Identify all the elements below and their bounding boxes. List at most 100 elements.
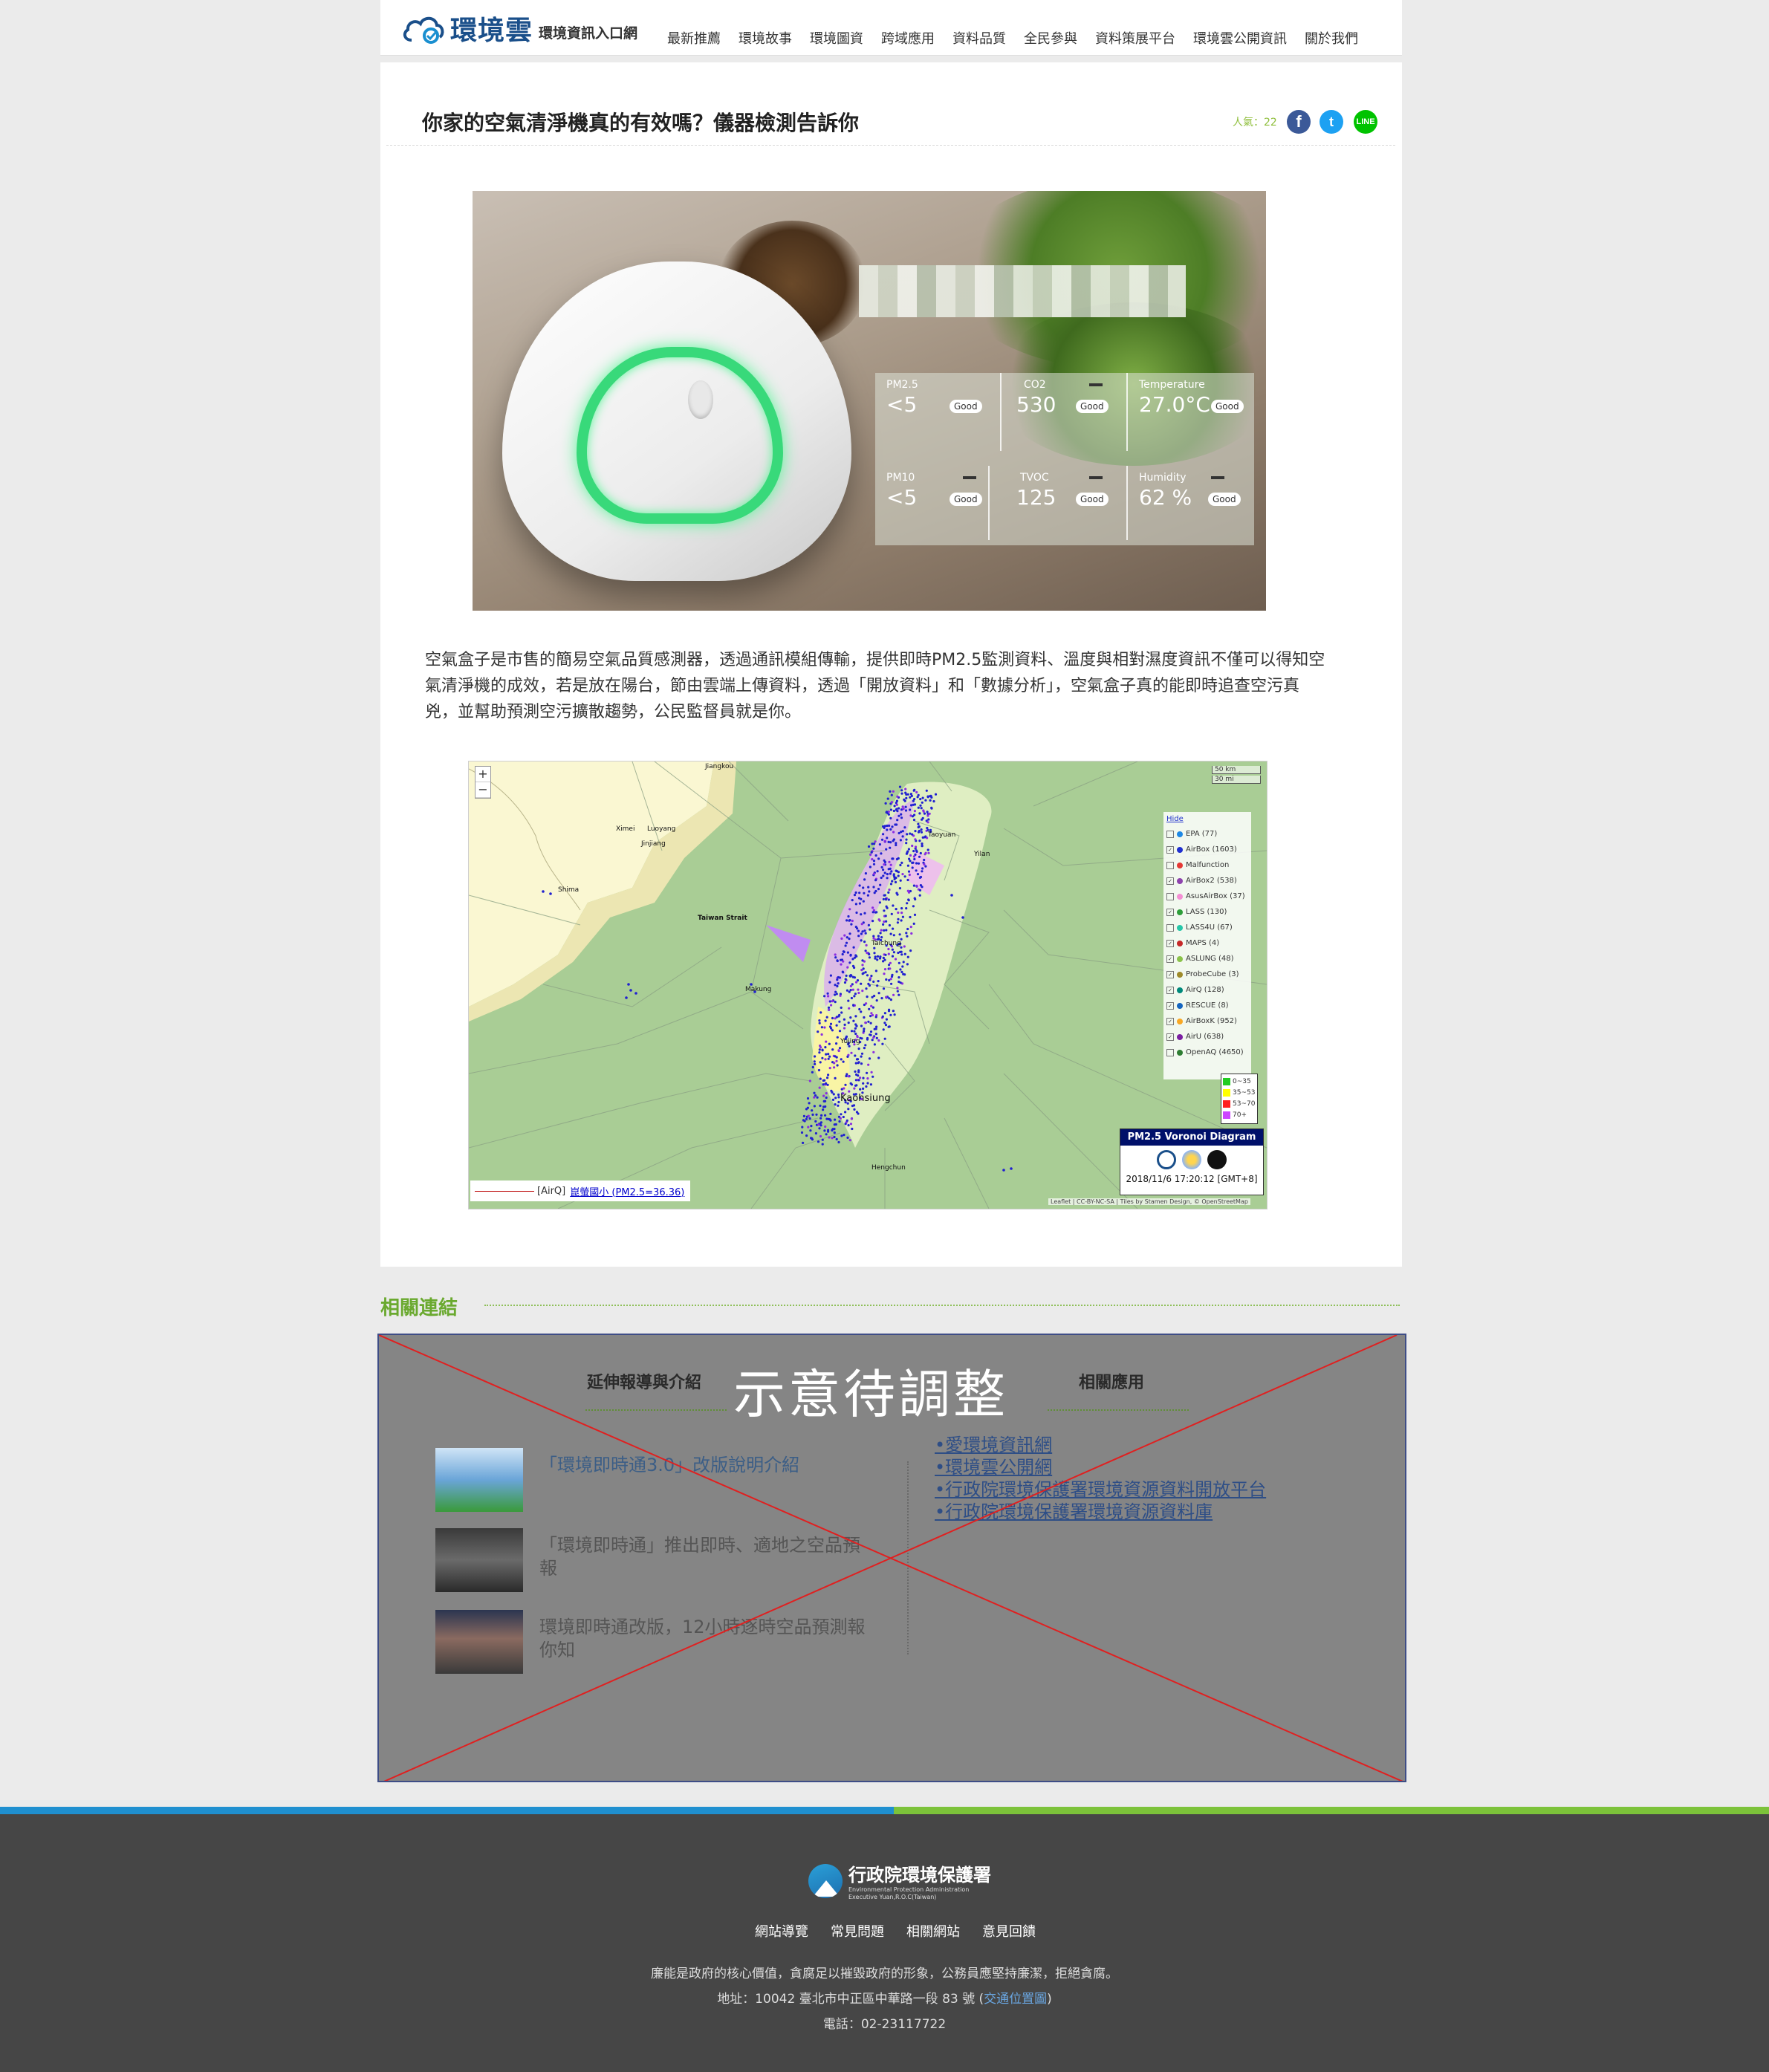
map-attribution[interactable]: Leaflet | CC-BY-NC-SA | Tiles by Stamen … <box>1048 1198 1250 1205</box>
layer-checkbox[interactable]: ✓ <box>1166 845 1174 854</box>
layer-checkbox[interactable] <box>1166 861 1174 869</box>
legend-row[interactable]: ✓ AirBox (1603) <box>1166 842 1248 857</box>
sensor-dot <box>903 945 906 948</box>
legend-row[interactable]: LASS4U (67) <box>1166 920 1248 935</box>
nav-item-latest[interactable]: 最新推薦 <box>667 28 721 48</box>
footer-feedback-link[interactable]: 意見回饋 <box>982 1921 1036 1941</box>
sensor-dot <box>924 836 926 839</box>
nav-item-stories[interactable]: 環境故事 <box>739 28 792 48</box>
legend-row[interactable]: ✓ AirU (638) <box>1166 1029 1248 1045</box>
sensor-dot <box>912 799 915 802</box>
legend-row[interactable]: ✓ ProbeCube (3) <box>1166 967 1248 982</box>
sensor-dot <box>919 798 922 801</box>
legend-row[interactable]: AsusAirBox (37) <box>1166 889 1248 904</box>
legend-row[interactable]: OpenAQ (4650) <box>1166 1045 1248 1060</box>
sensor-dot <box>921 801 924 804</box>
sensor-dot <box>901 835 904 838</box>
sensor-dot <box>818 1086 821 1089</box>
sensor-dot <box>845 1074 848 1078</box>
sensor-dot <box>900 970 903 973</box>
sensor-dot <box>865 987 868 990</box>
legend-row[interactable]: ✓ LASS (130) <box>1166 904 1248 920</box>
sensor-dot <box>824 1125 827 1128</box>
sensor-dot <box>808 1117 811 1120</box>
legend-row[interactable]: ✓ AirQ (128) <box>1166 982 1248 998</box>
facebook-share-icon[interactable]: f <box>1287 110 1311 134</box>
legend-row[interactable]: ✓ MAPS (4) <box>1166 935 1248 951</box>
sensor-dot <box>866 1082 869 1085</box>
sensor-dot <box>866 974 869 977</box>
layer-checkbox[interactable]: ✓ <box>1166 908 1174 916</box>
sensor-dot <box>866 1077 869 1080</box>
city-label: Shima <box>558 886 580 894</box>
layer-checkbox[interactable]: ✓ <box>1166 955 1174 963</box>
sensor-dot <box>840 1058 843 1061</box>
nav-item-public-info[interactable]: 環境雲公開資訊 <box>1193 28 1287 48</box>
sensor-dot <box>886 824 889 828</box>
layer-checkbox[interactable] <box>1166 1048 1174 1056</box>
sensor-dot <box>883 825 886 828</box>
layer-checkbox[interactable]: ✓ <box>1166 877 1174 885</box>
layer-checkbox[interactable]: ✓ <box>1166 1001 1174 1010</box>
nav-item-cross-domain[interactable]: 跨域應用 <box>881 28 935 48</box>
layer-checkbox[interactable]: ✓ <box>1166 1033 1174 1041</box>
zoom-out-button[interactable]: − <box>475 782 490 798</box>
twitter-share-icon[interactable]: t <box>1320 110 1343 134</box>
lass-logo-icon[interactable] <box>1157 1150 1176 1169</box>
sensor-dot <box>892 790 895 793</box>
legend-hide-link[interactable]: Hide <box>1166 815 1248 823</box>
footer-sitemap-link[interactable]: 網站導覽 <box>755 1921 808 1941</box>
zoom-in-button[interactable]: + <box>475 767 490 782</box>
sensor-dot <box>900 816 903 819</box>
sensor-dot <box>848 919 851 922</box>
sensor-dot <box>909 808 912 811</box>
legend-row[interactable]: ✓ AirBox2 (538) <box>1166 873 1248 889</box>
line-share-icon[interactable]: LINE <box>1354 110 1377 134</box>
city-label: Kaohsiung <box>840 1093 891 1104</box>
nav-item-maps[interactable]: 環境圖資 <box>810 28 863 48</box>
sensor-dot <box>883 972 886 975</box>
layer-checkbox[interactable] <box>1166 923 1174 932</box>
sensor-dot <box>874 879 877 882</box>
layer-checkbox[interactable]: ✓ <box>1166 986 1174 994</box>
sensor-dot <box>845 974 848 977</box>
sensor-dot <box>885 848 888 851</box>
nav-item-about[interactable]: 關於我們 <box>1305 28 1358 48</box>
layer-checkbox[interactable] <box>1166 830 1174 838</box>
sensor-dot <box>888 923 891 927</box>
sensor-dot <box>889 967 892 970</box>
footer-related-sites-link[interactable]: 相關網站 <box>906 1921 960 1941</box>
sensor-dot <box>850 996 853 1000</box>
legend-row[interactable]: ✓ RESCUE (8) <box>1166 998 1248 1013</box>
sensor-dot <box>898 785 902 788</box>
epa-logo[interactable]: 行政院環境保護署 Environmental Protection Admini… <box>808 1860 991 1901</box>
nav-item-data-quality[interactable]: 資料品質 <box>952 28 1006 48</box>
layer-checkbox[interactable]: ✓ <box>1166 970 1174 978</box>
layer-checkbox[interactable] <box>1166 892 1174 900</box>
layer-checkbox[interactable]: ✓ <box>1166 939 1174 947</box>
sensor-dot <box>915 790 918 793</box>
nav-item-curation[interactable]: 資料策展平台 <box>1095 28 1175 48</box>
sensor-dot <box>909 832 912 835</box>
legend-row[interactable]: ✓ AirBoxK (952) <box>1166 1013 1248 1029</box>
map-location-link[interactable]: 交通位置圖 <box>984 1992 1047 2007</box>
layer-color-icon <box>1177 862 1183 868</box>
sensor-dot <box>881 1042 884 1045</box>
legend-row[interactable]: ✓ ASLUNG (48) <box>1166 951 1248 967</box>
github-icon[interactable] <box>1207 1150 1227 1169</box>
site-logo[interactable]: 環境雲 環境資訊入口網 <box>401 12 637 46</box>
legend-row[interactable]: Malfunction <box>1166 857 1248 873</box>
weather-icon[interactable] <box>1182 1150 1201 1169</box>
sensor-dot <box>866 1071 869 1074</box>
sensor-dot <box>870 975 873 978</box>
sensor-dot <box>827 1128 830 1131</box>
pm25-voronoi-map[interactable]: + − 50 km 30 mi Jiangkou Ximei Luoyang J… <box>468 761 1267 1209</box>
airq-station-link[interactable]: 崑螢國小 (PM2.5=36.36) <box>570 1184 684 1198</box>
sensor-dot <box>825 1053 828 1056</box>
footer-faq-link[interactable]: 常見問題 <box>831 1921 884 1941</box>
nav-item-participation[interactable]: 全民參與 <box>1024 28 1077 48</box>
legend-row[interactable]: EPA (77) <box>1166 826 1248 842</box>
layer-label: LASS4U (67) <box>1186 923 1233 932</box>
sensor-dot <box>821 1138 824 1141</box>
layer-checkbox[interactable]: ✓ <box>1166 1017 1174 1025</box>
